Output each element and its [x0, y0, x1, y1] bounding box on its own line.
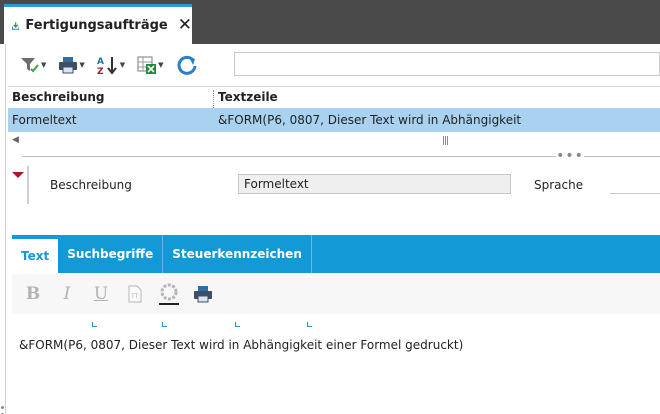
- filter-button[interactable]: ▼: [20, 55, 46, 75]
- splitter-handle-icon[interactable]: •••: [556, 149, 584, 163]
- export-button[interactable]: ▼: [137, 55, 164, 75]
- table-header: Beschreibung Textzeile: [8, 90, 660, 108]
- tab-text[interactable]: Text: [12, 239, 59, 273]
- print-icon: [59, 57, 78, 74]
- tab-suchbegriffe[interactable]: Suchbegriffe: [58, 235, 164, 273]
- chevron-down-icon: ▼: [158, 61, 164, 69]
- filter-icon: [21, 58, 39, 73]
- table-row[interactable]: Formeltext &FORM(P6, 0807, Dieser Text w…: [8, 108, 660, 132]
- document-tab[interactable]: Fertigungsaufträge ✕: [4, 4, 192, 44]
- left-resize-edge[interactable]: [0, 44, 6, 414]
- collapse-triangle-icon[interactable]: [12, 172, 24, 178]
- svg-text:Z: Z: [97, 67, 104, 75]
- sprache-label: Sprache: [534, 178, 584, 192]
- main-toolbar: ▼ ▼ A Z ▼ ▼: [8, 48, 660, 82]
- print-icon: [194, 286, 212, 303]
- sort-az-icon: A Z: [97, 57, 117, 75]
- italic-icon[interactable]: I: [50, 279, 84, 309]
- svg-text:A: A: [97, 57, 104, 67]
- close-icon[interactable]: ✕: [178, 17, 192, 34]
- text-format-icon: TT: [128, 285, 142, 303]
- sort-button[interactable]: A Z ▼: [97, 55, 125, 75]
- table-cell-beschreibung: Formeltext: [12, 113, 77, 127]
- tab-stop-marker: [92, 322, 97, 327]
- beschreibung-label: Beschreibung: [50, 178, 132, 192]
- table-cell-textzeile: &FORM(P6, 0807, Dieser Text wird in Abhä…: [218, 113, 522, 127]
- detail-section-bar: [27, 166, 29, 204]
- chevron-down-icon: ▼: [119, 61, 126, 69]
- document-tab-title: Fertigungsaufträge: [25, 18, 168, 33]
- text-format-button[interactable]: TT: [118, 279, 152, 309]
- divider: [8, 86, 660, 87]
- refresh-icon: [177, 55, 197, 75]
- color-wheel-icon: [159, 283, 179, 305]
- text-tabbar: Text Suchbegriffe Steuerkennzeichen: [12, 235, 660, 273]
- editor-ruler: [12, 316, 660, 330]
- tab-steuerkennzeichen[interactable]: Steuerkennzeichen: [163, 235, 312, 273]
- underline-icon[interactable]: U: [84, 279, 118, 309]
- editor-content[interactable]: &FORM(P6, 0807, Dieser Text wird in Abhä…: [19, 338, 463, 352]
- print-button[interactable]: ▼: [58, 55, 85, 75]
- tab-stop-marker: [307, 322, 312, 327]
- editor-print-button[interactable]: [186, 279, 220, 309]
- download-icon: [12, 21, 20, 30]
- tab-stop-marker: [235, 322, 240, 327]
- scroll-left-icon[interactable]: ◀: [12, 135, 19, 145]
- bold-icon[interactable]: B: [16, 279, 50, 309]
- column-header-beschreibung[interactable]: Beschreibung: [8, 90, 214, 108]
- tab-stop-marker: [162, 322, 167, 327]
- scrollbar-grip-icon[interactable]: |||: [442, 136, 449, 146]
- column-header-textzeile[interactable]: Textzeile: [214, 90, 278, 108]
- svg-text:TT: TT: [130, 293, 139, 300]
- beschreibung-field[interactable]: Formeltext: [238, 174, 511, 194]
- sprache-field[interactable]: [610, 174, 660, 194]
- color-button[interactable]: [152, 279, 186, 309]
- chevron-down-icon: ▼: [41, 61, 47, 69]
- drag-handle-icon[interactable]: [1, 406, 4, 414]
- document-tab-strip: Fertigungsaufträge ✕: [0, 0, 660, 44]
- editor-toolbar: B I U TT: [12, 274, 660, 314]
- refresh-button[interactable]: [176, 54, 198, 76]
- export-excel-icon: [137, 56, 157, 74]
- search-input[interactable]: [234, 52, 660, 76]
- chevron-down-icon: ▼: [79, 61, 85, 69]
